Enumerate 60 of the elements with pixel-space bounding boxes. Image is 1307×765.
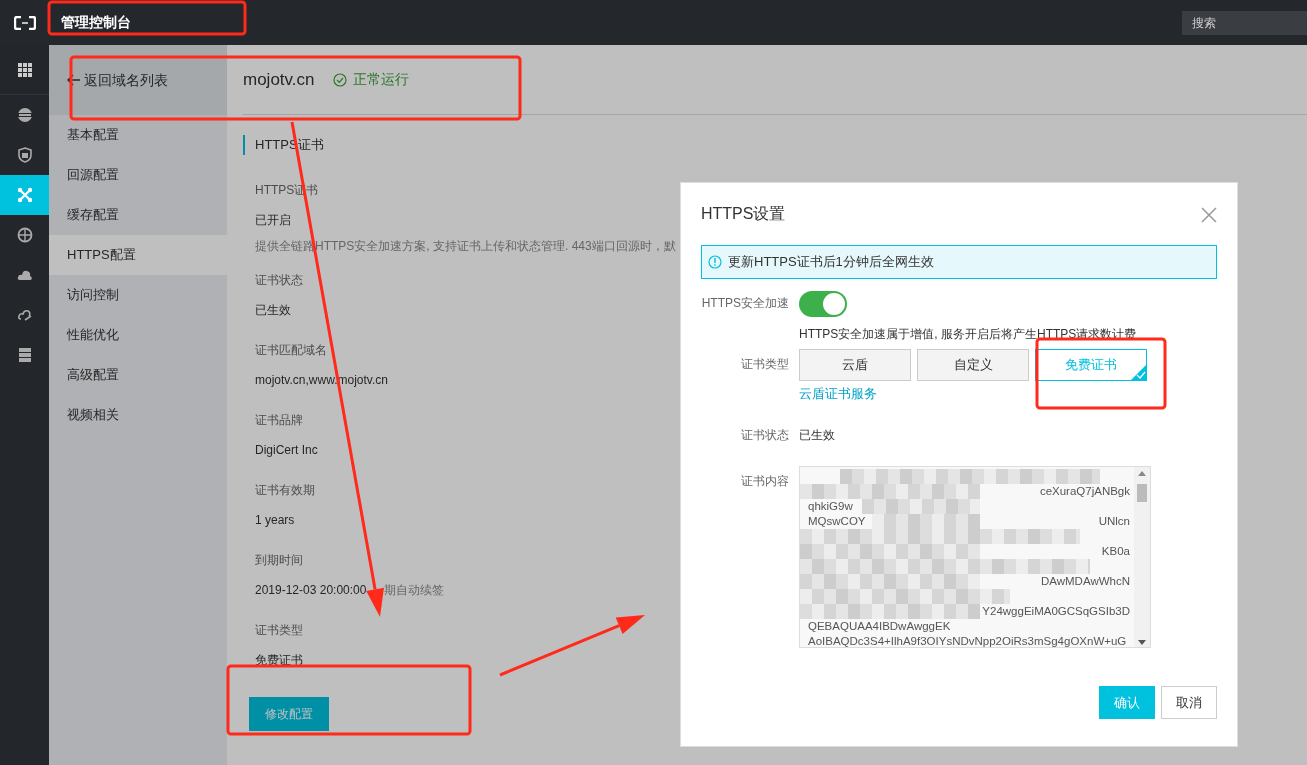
field-label: 证书类型 [255, 621, 303, 639]
cloud-arrow-icon[interactable] [16, 307, 33, 323]
globe-icon[interactable] [16, 227, 33, 243]
back-link[interactable]: 返回域名列表 [67, 69, 168, 91]
info-icon [708, 255, 722, 269]
option-button[interactable]: 云盾 [799, 349, 911, 381]
field-note: 期自动续签 [384, 581, 445, 599]
cert-text: DAwMDAwWhcN [1040, 573, 1130, 589]
cert-text: AoIBAQDc3S4+IlhA9f3OIYsNDvNpp2OiRs3mSg4gOXnW+uG [808, 633, 1127, 647]
sidebar-item[interactable]: 缓存配置 [49, 195, 227, 235]
field-label: HTTPS安全加速 [701, 295, 790, 312]
sidebar-item[interactable]: 视频相关 [49, 395, 227, 435]
field-value: DigiCert Inc [255, 441, 318, 459]
cancel-button[interactable]: 取消 [1161, 685, 1217, 719]
cross-nodes-icon[interactable] [16, 187, 33, 203]
sidebar-item[interactable]: 高级配置 [49, 355, 227, 395]
field-value: 已生效 [799, 426, 835, 444]
console-title[interactable]: 管理控制台 [61, 12, 131, 33]
grid-icon[interactable] [16, 61, 33, 78]
cert-text: KB0a [1101, 543, 1130, 559]
cert-text: QEBAQUAA4IBDwAwggEK [808, 618, 951, 634]
logo-icon[interactable] [13, 15, 36, 30]
field-label: 证书内容 [740, 472, 790, 490]
checkmark-icon [1131, 364, 1147, 381]
close-button[interactable] [1201, 205, 1217, 223]
field-value: 2019-12-03 20:00:00 [255, 581, 367, 599]
alert-text: 更新HTTPS证书后1分钟后全网生效 [728, 253, 934, 272]
field-value: 免费证书 [255, 651, 303, 669]
field-value: 已生效 [255, 301, 291, 319]
sidebar-item[interactable]: 回源配置 [49, 155, 227, 195]
scrollbar[interactable] [1134, 466, 1150, 647]
server-icon[interactable] [16, 347, 33, 363]
field-label: 证书状态 [740, 426, 790, 444]
domain-title: mojotv.cn [243, 68, 315, 91]
search-field[interactable]: 搜索 [1182, 10, 1307, 35]
field-label: 证书有效期 [255, 481, 315, 499]
toggle-switch[interactable] [799, 291, 847, 317]
globe-icon[interactable] [16, 107, 33, 123]
sidebar-item[interactable]: 访问控制 [49, 275, 227, 315]
cert-text: UNlcn [1098, 513, 1130, 529]
field-label: 证书状态 [255, 271, 303, 289]
cert-text: Y24wggEiMA0GCSqGSIb3D [982, 603, 1130, 619]
status-text: 正常运行 [352, 70, 409, 89]
sidebar-item[interactable]: 基本配置 [49, 115, 227, 155]
cert-text: ceXuraQ7jANBgk [1039, 483, 1130, 499]
cert-content-field[interactable]: ceXuraQ7jANBgk qhkiG9w MQswCOY UNlcn KB0a DAwMDAwWhcN Y24wggEiMA0GCSqGSIb3D QEBAQUAA4IBDwAwggEK AoIBAQDc3S4+IlhA9f3OIYsNDvNpp2OiRs3mSg4gOXnW+uG [799, 465, 1151, 648]
check-circle-icon [332, 72, 347, 87]
field-label: 到期时间 [255, 551, 303, 569]
shield-icon[interactable] [16, 147, 33, 163]
field-value: 已开启 [255, 211, 291, 229]
cert-text: MQswCOY [808, 513, 866, 529]
field-label: 证书品牌 [255, 411, 303, 429]
sidebar-item[interactable]: HTTPS配置 [49, 235, 227, 275]
modal-title: HTTPS设置 [701, 204, 786, 224]
cert-text: qhkiG9w [808, 498, 853, 514]
field-label: 证书类型 [740, 356, 790, 373]
option-button[interactable]: 自定义 [917, 349, 1029, 381]
field-label: 证书匹配域名 [255, 341, 327, 359]
field-value: 1 years [255, 511, 295, 529]
sidebar-item[interactable]: 性能优化 [49, 315, 227, 355]
